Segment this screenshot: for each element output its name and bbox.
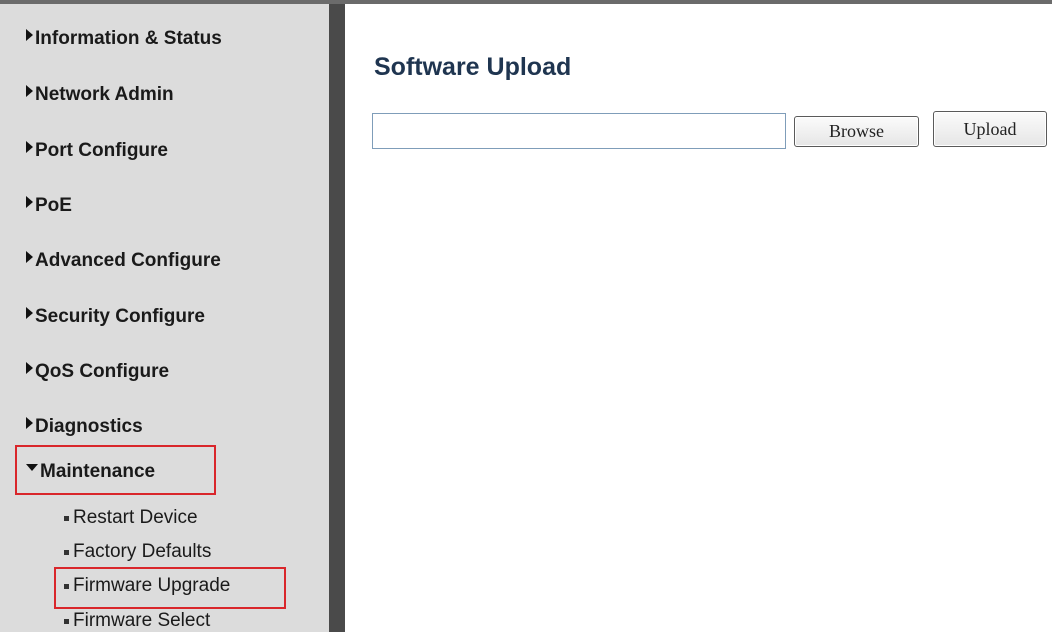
- upload-button[interactable]: Upload: [933, 111, 1047, 147]
- sidebar-subitem-label: Factory Defaults: [73, 541, 212, 562]
- caret-right-icon: [26, 417, 33, 429]
- caret-right-icon: [26, 141, 33, 153]
- caret-right-icon: [26, 85, 33, 97]
- bullet-icon: [64, 549, 69, 555]
- sidebar-item-information-status[interactable]: Information & Status: [26, 26, 222, 52]
- sidebar-item-security-configure[interactable]: Security Configure: [26, 304, 205, 330]
- frame-divider[interactable]: [329, 4, 345, 632]
- sidebar-item-label: Diagnostics: [35, 416, 143, 437]
- page-title: Software Upload: [374, 52, 572, 81]
- sidebar-item-poe[interactable]: PoE: [26, 193, 72, 219]
- sidebar-item-label: Network Admin: [35, 84, 174, 105]
- sidebar-item-label: PoE: [35, 195, 72, 216]
- sidebar-subitem-label: Restart Device: [73, 507, 198, 528]
- sidebar-item-label: Security Configure: [35, 306, 205, 327]
- caret-right-icon: [26, 251, 33, 263]
- file-path-input[interactable]: [372, 113, 786, 149]
- sidebar-item-maintenance[interactable]: Maintenance: [26, 459, 155, 485]
- sidebar-item-label: Port Configure: [35, 140, 168, 161]
- browse-button[interactable]: Browse: [794, 116, 919, 147]
- sidebar-item-label: Advanced Configure: [35, 250, 221, 271]
- sidebar-menu: Information & Status Network Admin Port …: [0, 4, 329, 632]
- caret-right-icon: [26, 196, 33, 208]
- caret-right-icon: [26, 307, 33, 319]
- sidebar-item-port-configure[interactable]: Port Configure: [26, 138, 168, 164]
- sidebar-item-label: QoS Configure: [35, 361, 170, 382]
- bullet-icon: [64, 583, 69, 589]
- sidebar-item-advanced-configure[interactable]: Advanced Configure: [26, 248, 221, 274]
- sidebar-subitem-factory-defaults[interactable]: Factory Defaults: [64, 540, 211, 564]
- caret-down-icon: [26, 463, 38, 471]
- sidebar-item-label: Information & Status: [35, 28, 222, 49]
- sidebar-subitem-firmware-upgrade[interactable]: Firmware Upgrade: [64, 574, 230, 598]
- sidebar-subitem-restart-device[interactable]: Restart Device: [64, 506, 198, 530]
- caret-right-icon: [26, 362, 33, 374]
- bullet-icon: [64, 618, 69, 624]
- bullet-icon: [64, 515, 69, 521]
- main-content: Software Upload Browse Upload: [345, 4, 1052, 632]
- sidebar-item-network-admin[interactable]: Network Admin: [26, 82, 174, 108]
- sidebar-subitem-label: Firmware Upgrade: [73, 575, 231, 596]
- sidebar-item-qos-configure[interactable]: QoS Configure: [26, 359, 169, 385]
- caret-right-icon: [26, 29, 33, 41]
- sidebar-subitem-firmware-select[interactable]: Firmware Select: [64, 609, 210, 633]
- sidebar-item-label: Maintenance: [40, 461, 156, 482]
- sidebar-subitem-label: Firmware Select: [73, 610, 211, 631]
- sidebar-item-diagnostics[interactable]: Diagnostics: [26, 414, 143, 440]
